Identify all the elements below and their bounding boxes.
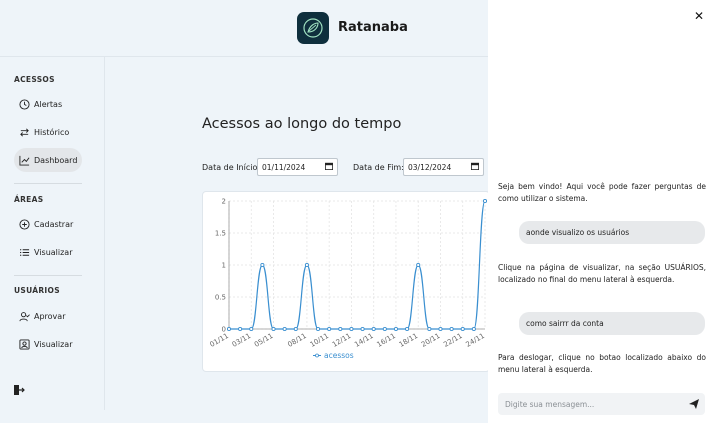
data-point bbox=[382, 326, 387, 332]
data-point bbox=[282, 326, 287, 332]
send-icon[interactable] bbox=[688, 398, 700, 410]
section-label-areas: ÁREAS bbox=[14, 195, 44, 204]
logout-icon[interactable] bbox=[13, 384, 25, 396]
data-point bbox=[371, 326, 376, 332]
start-date-label: Data de Início: bbox=[202, 163, 261, 172]
chat-message-user: aonde visualizo os usuários bbox=[519, 221, 705, 244]
data-point bbox=[338, 326, 343, 332]
end-date-value: 03/12/2024 bbox=[408, 162, 452, 172]
plus-circle-icon bbox=[18, 218, 30, 230]
clock-icon bbox=[18, 98, 30, 110]
data-point bbox=[315, 326, 321, 332]
sidebar-item-label: Histórico bbox=[34, 127, 70, 137]
legend-label: acessos bbox=[324, 351, 354, 360]
x-tick-label: 01/11 bbox=[209, 332, 230, 349]
x-tick-label: 20/11 bbox=[420, 332, 441, 349]
sidebar-item-label: Cadastrar bbox=[34, 219, 74, 229]
section-label-acessos: ACESSOS bbox=[14, 75, 55, 84]
data-point bbox=[482, 198, 488, 204]
x-tick-label: 24/11 bbox=[465, 332, 486, 349]
sidebar-item-visualizar-areas[interactable]: Visualizar bbox=[14, 240, 82, 264]
chat-message-user: como sairrr da conta bbox=[519, 312, 705, 335]
leaf-logo-icon bbox=[303, 18, 323, 38]
start-date-input[interactable]: 01/11/2024 bbox=[257, 158, 338, 176]
y-tick-label: 1.5 bbox=[215, 230, 226, 238]
access-chart-card: 0 0.5 1 1.5 2 01/11 03/11 05/11 08/11 10/11 12/11 1… bbox=[202, 191, 490, 372]
data-point bbox=[416, 262, 421, 268]
x-tick-label: 05/11 bbox=[253, 332, 274, 349]
access-line-chart: 00.511.5201/11 03/11 05/11 08/11 10/11 12/11 1… bbox=[209, 198, 488, 360]
sidebar-item-historico[interactable]: Histórico bbox=[14, 120, 82, 144]
sidebar-item-label: Dashboard bbox=[34, 155, 78, 165]
calendar-icon[interactable] bbox=[471, 162, 479, 172]
x-tick-label: 10/11 bbox=[309, 332, 330, 349]
list-icon bbox=[18, 246, 30, 258]
data-point bbox=[260, 262, 265, 268]
chat-message-bot: Clique na página de visualizar, na seção… bbox=[498, 263, 706, 284]
data-point bbox=[327, 326, 332, 332]
x-tick-label: 08/11 bbox=[286, 332, 307, 349]
close-chat-button[interactable]: ✕ bbox=[694, 9, 704, 23]
end-date-label: Data de Fim: bbox=[353, 163, 404, 172]
app-title: Ratanaba bbox=[338, 20, 408, 35]
chat-message-bot: Para deslogar, clique no botao localizad… bbox=[498, 353, 706, 374]
data-point bbox=[226, 326, 232, 332]
start-date-value: 01/11/2024 bbox=[262, 162, 306, 172]
data-point bbox=[393, 326, 399, 332]
data-point bbox=[427, 326, 432, 332]
calendar-icon[interactable] bbox=[325, 162, 333, 172]
sidebar-item-label: Alertas bbox=[34, 99, 63, 109]
data-point bbox=[304, 262, 309, 268]
sidebar-item-label: Aprovar bbox=[34, 311, 66, 321]
sidebar-item-visualizar-usuarios[interactable]: Visualizar bbox=[14, 332, 82, 356]
data-point bbox=[460, 326, 465, 332]
data-point bbox=[249, 326, 254, 332]
user-check-icon bbox=[18, 310, 30, 322]
data-point bbox=[360, 326, 365, 332]
x-tick-label: 03/11 bbox=[231, 332, 252, 349]
end-date-input[interactable]: 03/12/2024 bbox=[403, 158, 484, 176]
sidebar-divider bbox=[14, 183, 82, 184]
top-header: Ratanaba bbox=[0, 0, 488, 57]
section-label-usuarios: USUÁRIOS bbox=[14, 286, 60, 295]
sidebar-item-dashboard[interactable]: Dashboard bbox=[14, 148, 82, 172]
chat-input-container bbox=[498, 393, 705, 415]
data-point bbox=[349, 326, 354, 332]
x-tick-label: 18/11 bbox=[398, 332, 419, 349]
swap-arrows-icon bbox=[18, 126, 30, 138]
x-tick-label: 22/11 bbox=[442, 332, 463, 349]
sidebar-item-label: Visualizar bbox=[34, 247, 73, 257]
sidebar-divider bbox=[14, 275, 82, 276]
y-tick-label: 0.5 bbox=[215, 294, 226, 302]
page-title: Acessos ao longo do tempo bbox=[202, 116, 402, 132]
chat-message-bot: Seja bem vindo! Aqui você pode fazer per… bbox=[498, 182, 706, 203]
y-tick-label: 2 bbox=[222, 198, 226, 206]
sidebar-item-label: Visualizar bbox=[34, 339, 73, 349]
chat-message-input[interactable] bbox=[498, 399, 678, 409]
x-tick-label: 12/11 bbox=[331, 332, 352, 349]
x-tick-label: 16/11 bbox=[375, 332, 396, 349]
sidebar-item-aprovar[interactable]: Aprovar bbox=[14, 304, 82, 328]
data-point bbox=[271, 326, 276, 332]
legend-swatch-dot bbox=[315, 353, 319, 358]
data-point bbox=[471, 326, 476, 332]
x-tick-label: 14/11 bbox=[353, 332, 374, 349]
trend-chart-icon bbox=[18, 154, 30, 166]
data-point bbox=[238, 326, 243, 332]
sidebar-item-alertas[interactable]: Alertas bbox=[14, 92, 82, 116]
data-point bbox=[293, 326, 298, 332]
data-point bbox=[438, 326, 443, 332]
y-tick-label: 1 bbox=[222, 262, 226, 270]
user-card-icon bbox=[18, 338, 30, 350]
app-logo[interactable] bbox=[297, 12, 329, 44]
data-point bbox=[405, 326, 410, 332]
sidebar-item-cadastrar[interactable]: Cadastrar bbox=[14, 212, 82, 236]
data-point bbox=[449, 326, 454, 332]
